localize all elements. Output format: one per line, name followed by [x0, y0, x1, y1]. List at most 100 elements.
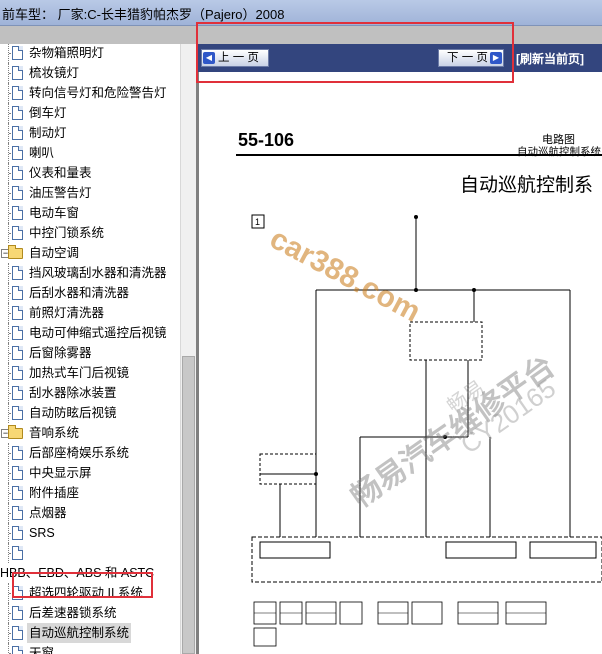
tree-item[interactable]: 刮水器除冰装置: [0, 383, 180, 403]
tree-item[interactable]: 天窗: [0, 643, 180, 654]
document-icon: [12, 306, 23, 320]
tree-item[interactable]: 电动可伸缩式遥控后视镜: [0, 323, 180, 343]
tree-item-label: 仪表和量表: [29, 166, 92, 180]
tree-item-label: 杂物箱照明灯: [29, 46, 105, 60]
tree-item-label: 前照灯清洗器: [29, 306, 105, 320]
svg-text:1: 1: [255, 217, 260, 227]
document-icon: [12, 366, 23, 380]
tree-item[interactable]: 油压警告灯: [0, 183, 180, 203]
tree-item-label: 加热式车门后视镜: [29, 366, 130, 380]
tree-item[interactable]: 喇叭: [0, 143, 180, 163]
selection-highlight-box: [12, 572, 153, 598]
tree-item[interactable]: 前照灯清洗器: [0, 303, 180, 323]
tree-item-label: 后差速器锁系统: [29, 606, 117, 620]
tree-item-label: 附件插座: [29, 486, 80, 500]
tree-item-label: 制动灯: [29, 126, 67, 140]
tree-item[interactable]: 后刮水器和清洗器: [0, 283, 180, 303]
tree-item[interactable]: 仪表和量表: [0, 163, 180, 183]
refresh-page-link[interactable]: [刷新当前页]: [516, 50, 584, 67]
tree-item-label: 后窗除雾器: [29, 346, 92, 360]
tree-item[interactable]: 加热式车门后视镜: [0, 363, 180, 383]
document-icon: [12, 546, 23, 560]
tree-item-label: 天窗: [29, 646, 55, 654]
document-icon: [12, 206, 23, 220]
tree-item[interactable]: SRS: [0, 523, 180, 543]
tree-item[interactable]: 后差速器锁系统: [0, 603, 180, 623]
document-icon: [12, 226, 23, 240]
document-icon: [12, 606, 23, 620]
document-icon: [12, 166, 23, 180]
tree-item[interactable]: 点烟器: [0, 503, 180, 523]
document-icon: [12, 406, 23, 420]
document-icon: [12, 346, 23, 360]
tree-item-label: 自动防眩后视镜: [29, 406, 117, 420]
tree-item-label: 油压警告灯: [29, 186, 92, 200]
tree-item-label: 喇叭: [29, 146, 55, 160]
document-icon: [12, 86, 23, 100]
tree-item-label: 刮水器除冰装置: [29, 386, 117, 400]
tree-item-label: 自动巡航控制系统: [27, 623, 132, 643]
tree-item-label: 倒车灯: [29, 106, 67, 120]
tree-item[interactable]: 自动防眩后视镜: [0, 403, 180, 423]
document-icon: [12, 66, 23, 80]
page-number: 55-106: [238, 130, 295, 150]
tree-item-label: 中央显示屏: [29, 466, 92, 480]
tree-item[interactable]: 挡风玻璃刮水器和清洗器: [0, 263, 180, 283]
document-icon: [12, 506, 23, 520]
document-icon: [12, 126, 23, 140]
tree-item[interactable]: 自动巡航控制系统: [0, 623, 180, 643]
document-icon: [12, 446, 23, 460]
tree-item[interactable]: 杂物箱照明灯: [0, 44, 180, 63]
document-icon: [12, 646, 23, 654]
tree-item[interactable]: 电动车窗: [0, 203, 180, 223]
document-icon: [12, 286, 23, 300]
document-icon: [12, 266, 23, 280]
document-icon: [12, 626, 23, 640]
tree-item[interactable]: 梳妆镜灯: [0, 63, 180, 83]
nav-highlight-box: [196, 22, 514, 83]
document-icon: [12, 386, 23, 400]
document-icon: [12, 466, 23, 480]
tree-item[interactable]: 附件插座: [0, 483, 180, 503]
document-icon: [12, 186, 23, 200]
pane-divider[interactable]: [196, 72, 199, 654]
system-tree: 杂物箱照明灯 梳妆镜灯转向信号灯和危险警告灯 倒车灯制动灯喇叭仪表和量表油压警告灯电…: [0, 44, 180, 654]
scroll-thumb[interactable]: [182, 356, 195, 654]
tree-item-label: 电动车窗: [29, 206, 80, 220]
tree-item-label: 音响系统: [29, 426, 80, 440]
tree-item[interactable]: 倒车灯: [0, 103, 180, 123]
tree-folder[interactable]: − 自动空调: [0, 243, 180, 263]
tree-item-label: SRS: [29, 526, 55, 540]
document-icon: [12, 146, 23, 160]
tree-item-label: 自动空调: [29, 246, 80, 260]
tree-item[interactable]: [0, 543, 180, 563]
wiring-diagram-page: 55-106 电路图 自动巡航控制系统 自动巡航控制系 1: [200, 72, 602, 654]
system-label: 自动巡航控制系统: [517, 146, 601, 158]
tree-item[interactable]: 后窗除雾器: [0, 343, 180, 363]
tree-item[interactable]: 后部座椅娱乐系统: [0, 443, 180, 463]
tree-item-label: 梳妆镜灯: [29, 66, 80, 80]
tree-item[interactable]: 转向信号灯和危险警告灯: [0, 83, 180, 103]
tree-item-label: 后刮水器和清洗器: [29, 286, 130, 300]
document-icon: [12, 526, 23, 540]
tree-item[interactable]: 中控门锁系统: [0, 223, 180, 243]
document-icon: [12, 106, 23, 120]
folder-icon: [8, 425, 23, 439]
document-icon: [12, 326, 23, 340]
tree-item-label: 点烟器: [29, 506, 67, 520]
tree-item-label: 后部座椅娱乐系统: [29, 446, 130, 460]
document-icon: [12, 46, 23, 60]
tree-item-label: 转向信号灯和危险警告灯: [29, 86, 167, 100]
tree-item-label: 挡风玻璃刮水器和清洗器: [29, 266, 167, 280]
diagram-pane: ◀ 上 一 页 下 一 页 ▶ [刷新当前页] 55-106 电路图 自动巡航控…: [196, 44, 602, 654]
tree-item[interactable]: 中央显示屏: [0, 463, 180, 483]
document-icon: [12, 486, 23, 500]
tree-item-label: 电动可伸缩式遥控后视镜: [29, 326, 167, 340]
tree-item-label: 中控门锁系统: [29, 226, 105, 240]
folder-icon: [8, 245, 23, 259]
tree-scrollbar[interactable]: [180, 44, 196, 654]
tree-folder[interactable]: − 音响系统: [0, 423, 180, 443]
tree-item[interactable]: 制动灯: [0, 123, 180, 143]
window-title: 前车型： 厂家:C-长丰猎豹帕杰罗（Pajero）2008: [2, 7, 285, 22]
circuit-diagram: 1: [251, 214, 602, 647]
